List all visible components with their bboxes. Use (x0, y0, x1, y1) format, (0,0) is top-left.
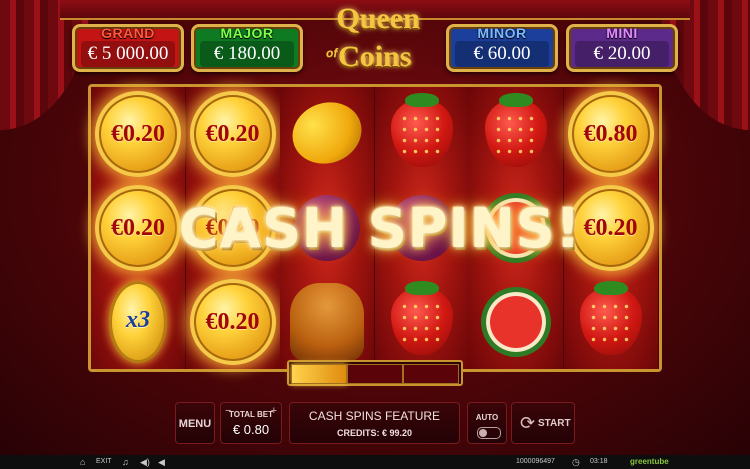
progress-segment-1 (291, 364, 347, 384)
bottom-bar: ⌂ EXIT ♫ ◀) ◀ 1000096497 ◷ 03:18 greentu… (0, 455, 750, 469)
greentube-logo: greentube (630, 457, 669, 466)
progress-segment-2 (347, 364, 403, 384)
reel-cell (375, 87, 469, 181)
refresh-icon: ⟳ (520, 413, 536, 433)
home-icon[interactable]: ⌂ (80, 455, 85, 469)
reel-cell (469, 275, 563, 369)
auto-label: AUTO (475, 413, 499, 422)
clock-icon: ◷ (572, 457, 580, 467)
auto-toggle[interactable] (477, 427, 501, 439)
reel-cell (375, 275, 469, 369)
strawberry-leaf (404, 93, 439, 107)
strawberry-seeds (398, 113, 445, 159)
jackpot-major-value: € 180.00 (200, 41, 294, 67)
reel-cell: €0.20 (91, 87, 185, 181)
coin-value: €0.20 (205, 309, 260, 335)
watermelon-symbol (473, 279, 559, 365)
strawberry-symbol (390, 93, 453, 167)
jester-symbol (290, 283, 364, 361)
reel-cell (469, 87, 563, 181)
total-bet-value: € 0.80 (232, 422, 270, 437)
logo-queen: Queen (336, 2, 420, 35)
jackpot-grand-value: € 5 000.00 (81, 41, 175, 67)
cash-coin-symbol: €0.20 (95, 91, 181, 177)
strawberry-symbol (485, 93, 547, 167)
jackpot-minor-label: MINOR (477, 25, 527, 41)
jackpot-mini-label: MINI (606, 25, 638, 41)
game-stage: GRAND € 5 000.00 MAJOR € 180.00 Queen of… (0, 0, 750, 455)
logo-of: of (326, 46, 338, 60)
strawberry-leaf (404, 281, 439, 295)
clock-time: 03:18 (590, 458, 608, 465)
logo-coins: Coins (338, 40, 412, 73)
cash-coin-symbol: €0.20 (189, 279, 276, 365)
strawberry-leaf (499, 93, 533, 107)
total-bet-box: − + TOTAL BET € 0.80 (220, 402, 282, 444)
start-label: START (538, 418, 571, 429)
session-id: 1000096497 (516, 458, 555, 465)
exit-link[interactable]: EXIT (96, 455, 112, 469)
coin-value: €0.80 (583, 121, 638, 147)
sound-settings-icon[interactable]: ♫ (122, 455, 129, 469)
reel-cell: €0.20 (186, 87, 280, 181)
jackpot-mini: MINI € 20.00 (566, 24, 678, 72)
menu-button[interactable]: MENU (175, 402, 215, 444)
game-logo: Queen of Coins (308, 2, 448, 80)
cash-coin-symbol: €0.80 (567, 91, 654, 177)
volume-low-icon[interactable]: ◀ (158, 455, 165, 469)
cash-coin-symbol: €0.20 (189, 91, 276, 177)
reel-cell (280, 275, 374, 369)
feature-title: CASH SPINS FEATURE (308, 409, 441, 423)
reel-cell: €0.80 (564, 87, 658, 181)
jackpot-major: MAJOR € 180.00 (191, 24, 303, 72)
multiplier-value: x3 (126, 307, 150, 333)
jackpot-grand: GRAND € 5 000.00 (72, 24, 184, 72)
volume-icon[interactable]: ◀) (140, 455, 150, 469)
progress-segment-3 (403, 364, 459, 384)
reel-cell (564, 275, 658, 369)
strawberry-leaf (593, 281, 628, 295)
reel-cell (280, 87, 374, 181)
feature-progress (287, 360, 463, 386)
jackpot-grand-label: GRAND (101, 25, 155, 41)
lemon-symbol (283, 92, 371, 174)
total-bet-label: TOTAL BET (229, 410, 273, 419)
start-button[interactable]: ⟳ START (511, 402, 575, 444)
reel-cell: €0.20 (186, 275, 280, 369)
jackpot-major-label: MAJOR (220, 25, 274, 41)
multiplier-coin-symbol: x3 (109, 281, 167, 363)
coin-value: €0.20 (205, 121, 260, 147)
strawberry-seeds (587, 301, 634, 347)
coin-value: €0.20 (111, 121, 165, 147)
feature-info-box: CASH SPINS FEATURE CREDITS: € 99.20 (289, 402, 460, 444)
strawberry-symbol (579, 281, 642, 355)
jackpot-minor: MINOR € 60.00 (446, 24, 558, 72)
jackpot-minor-value: € 60.00 (455, 41, 549, 67)
strawberry-seeds (493, 113, 539, 159)
credits-display: CREDITS: € 99.20 (336, 428, 413, 438)
jackpot-mini-value: € 20.00 (575, 41, 669, 67)
cash-spins-banner: CASH SPINS! (178, 197, 582, 260)
auto-button[interactable]: AUTO (467, 402, 507, 444)
strawberry-symbol (390, 281, 453, 355)
reel-cell: x3 (91, 275, 185, 369)
strawberry-seeds (398, 301, 445, 347)
